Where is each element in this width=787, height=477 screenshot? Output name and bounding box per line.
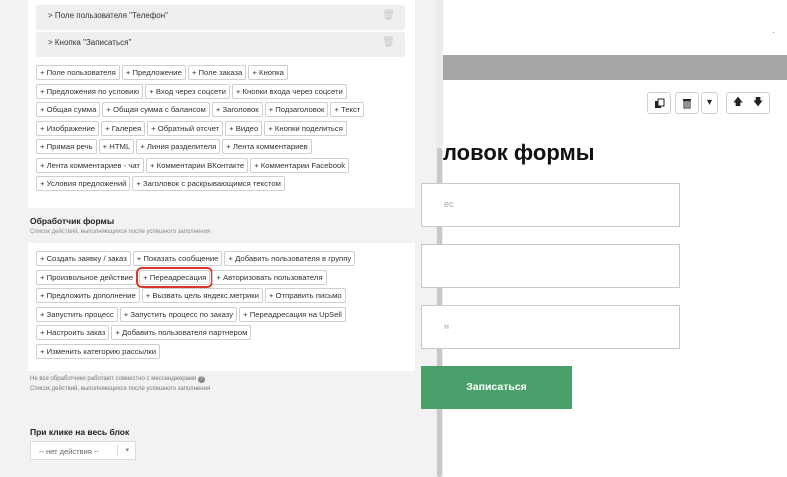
form-input-2[interactable] [421,244,680,288]
trash-icon[interactable]: 🗑 [382,37,395,48]
add-добавить-пользователя-партнером-button[interactable]: + Добавить пользователя партнером [111,325,252,340]
add-поле-пользователя-button[interactable]: + Поле пользователя [36,65,120,80]
button-row: + Запустить процесс + Запустить процесс п… [36,306,357,326]
submit-button[interactable]: Записаться [421,366,572,409]
button-row: + Изображение + Галерея + Обратный отсчет +… [36,120,366,140]
button-row: + Общая сумма + Общая сумма с балансом + З… [36,102,366,121]
button-row: + Предложения по условию + Вход через соц… [36,83,366,103]
add-предложение-button[interactable]: + Предложение [121,65,186,80]
add-комментарии-facebook-button[interactable]: + Комментарии Facebook [250,157,350,173]
add-кнопка-button[interactable]: + Кнопка [248,65,288,80]
form-title: ловок формы [443,140,595,165]
field-row-button[interactable]: > Кнопка "Записаться" 🗑 [36,32,405,57]
caret-down-icon[interactable]: ▾ [701,92,718,114]
add-добавить-пользователя-в-группу-button[interactable]: + Добавить пользователя в группу [224,251,356,266]
add-подзаголовок-button[interactable]: + Подзаголовок [264,102,329,117]
copy-icon[interactable] [647,92,671,114]
button-row: + Изменить категорию рассылки [36,343,357,363]
button-row: + Создать заявку / заказ + Показать сообщ… [36,251,357,270]
add-element-buttons: + Поле пользователя + Предложение + Поле з… [36,65,366,195]
handler-note: Не все обработчики работают совместно с … [30,376,206,383]
add-видео-button[interactable]: + Видео [225,120,263,136]
button-row: + Предложить дополнение + Вызвать цель ян… [36,288,357,307]
add-авторизовать-пользователя-button[interactable]: + Авторизовать пользователя [212,269,327,285]
add-вызвать-цель-яндекс-метрики-button[interactable]: + Вызвать цель яндекс.метрики [141,288,263,303]
form-input-3[interactable]: н [421,305,680,349]
field-label: > Кнопка "Записаться" [48,38,132,47]
input-placeholder: ес [444,199,454,209]
button-row: + Произвольное действие + Переадресация + … [36,266,357,289]
form-input-1[interactable]: ес [421,183,680,227]
handler-section-subtitle: Список действий, выполняющихся после усп… [30,229,211,235]
arrow-up-icon[interactable]: 🡅 [728,93,748,113]
button-row: + Прямая речь + HTML + Линия разделителя + … [36,139,366,158]
add-обратный-отсчет-button[interactable]: + Обратный отсчет [147,120,224,136]
add-прямая-речь-button[interactable]: + Прямая речь [36,139,97,154]
button-row: + Условия предложений + Заголовок с раскр… [36,176,366,195]
add-кнопки-поделиться-button[interactable]: + Кнопки поделиться [264,120,347,136]
add-кнопки-входа-через-соцсети-button[interactable]: + Кнопки входа через соцсети [231,83,347,99]
button-row: + Настроить заказ + Добавить пользователя… [36,325,357,344]
trash-icon[interactable]: 🗑 [382,10,395,21]
edge-mark: · [772,28,775,37]
add-заголовок-с-раскрывающимся-текстом-button[interactable]: + Заголовок с раскрывающимся текстом [132,176,285,191]
field-row-phone[interactable]: > Поле пользователя "Телефон" 🗑 [36,5,405,30]
add-произвольное-действие-button[interactable]: + Произвольное действие [36,269,138,285]
chevron-down-icon: ▾ [125,447,129,454]
add-линия-разделителя-button[interactable]: + Линия разделителя [136,139,221,154]
handler-note-2: Список действий, выполняющихся после усп… [30,386,211,392]
help-icon[interactable]: ? [198,376,206,383]
add-отправить-письмо-button[interactable]: + Отправить письмо [264,288,346,303]
add-изменить-категорию-рассылки-button[interactable]: + Изменить категорию рассылки [36,343,161,359]
add-переадресация-на-upsell-button[interactable]: + Переадресация на UpSell [239,306,346,322]
add-общая-сумма-button[interactable]: + Общая сумма [36,102,101,117]
trash-icon[interactable] [675,92,699,114]
add-изображение-button[interactable]: + Изображение [36,120,100,136]
add-переадресация-button[interactable]: + Переадресация [136,266,214,288]
field-label: > Поле пользователя "Телефон" [48,11,169,20]
add-общая-сумма-с-балансом-button[interactable]: + Общая сумма с балансом [102,102,210,117]
select-divider [117,445,118,456]
add-поле-заказа-button[interactable]: + Поле заказа [187,65,247,80]
add-вход-через-соцсети-button[interactable]: + Вход через соцсети [145,83,230,99]
add-запустить-процесс-по-заказу-button[interactable]: + Запустить процесс по заказу [119,306,238,322]
add-запустить-процесс-button[interactable]: + Запустить процесс [36,306,118,322]
add-предложения-по-условию-button[interactable]: + Предложения по условию [36,83,144,99]
add-текст-button[interactable]: + Текст [330,102,365,117]
add-комментарии-вконтакте-button[interactable]: + Комментарии ВКонтакте [145,157,249,173]
preview-header-band [443,55,787,80]
add-галерея-button[interactable]: + Галерея [101,120,146,136]
add-условия-предложений-button[interactable]: + Условия предложений [36,176,131,191]
click-section-title: При клике на весь блок [30,427,130,437]
move-buttons: 🡅 🡇 [726,92,770,114]
add-настроить-заказ-button[interactable]: + Настроить заказ [36,325,110,340]
add-предложить-дополнение-button[interactable]: + Предложить дополнение [36,288,140,303]
settings-panel: > Поле пользователя "Телефон" 🗑 > Кнопка… [0,0,436,477]
add-лента-комментариев-чат-button[interactable]: + Лента комментариев - чат [36,157,144,173]
add-html-button[interactable]: + HTML [98,139,135,154]
click-action-select[interactable]: -- нет действия -- ▾ [30,441,136,460]
handler-section-title: Обработчик формы [30,216,115,226]
button-row: + Поле пользователя + Предложение + Поле з… [36,65,366,84]
add-создать-заявку-заказ-button[interactable]: + Создать заявку / заказ [36,251,131,266]
add-лента-комментариев-button[interactable]: + Лента комментариев [222,139,312,154]
input-placeholder: н [444,321,449,331]
add-показать-сообщение-button[interactable]: + Показать сообщение [132,251,223,266]
select-value: -- нет действия -- [39,447,99,456]
button-row: + Лента комментариев - чат + Комментарии … [36,157,366,177]
add-заголовок-button[interactable]: + Заголовок [211,102,263,117]
handler-note-text: Не все обработчики работают совместно с … [30,376,197,382]
arrow-down-icon[interactable]: 🡇 [748,93,768,113]
handler-action-buttons: + Создать заявку / заказ + Показать сообщ… [36,251,357,362]
